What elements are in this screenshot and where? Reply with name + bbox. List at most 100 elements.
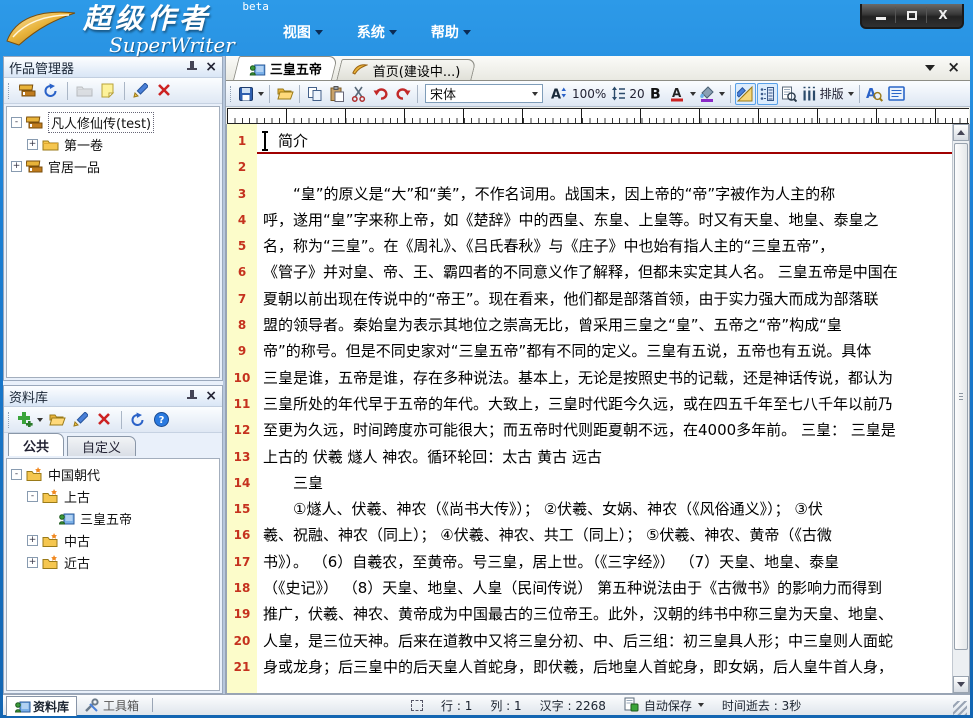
menu-帮助[interactable]: 帮助 [431,22,471,42]
editor-line[interactable]: 5名，称为“三皇”。在《周礼》、《吕氏春秋》与《庄子》中也始有指人主的“三皇五帝… [227,233,952,259]
line-spacing-button[interactable]: 20 [610,83,645,105]
close-button[interactable]: X [928,7,958,23]
editor-line[interactable]: 20人皇，是三位天神。后来在道教中又将三皇分初、中、后三组：初三皇具人形；中三皇… [227,628,952,654]
outline-panel-icon [759,86,775,102]
tab-list-chevron-icon[interactable] [925,65,935,71]
toolbar-grip[interactable] [8,412,11,428]
editor-line[interactable]: 6《管子》并对皇、帝、王、霸四者的不同意义作了解释，但都未实定其人名。 三皇五帝… [227,259,952,285]
delete-button[interactable] [154,80,176,102]
font-size-button[interactable]: A [547,83,568,105]
document-tab[interactable]: 三皇五帝 [233,56,338,80]
collapse-icon[interactable]: - [27,491,38,502]
editor-line[interactable]: 14 三皇 [227,470,952,496]
editor-line[interactable]: 8盟的领导者。秦始皇为表示其地位之崇高无比，曾采用三皇之“皇”、五帝之“帝”构成… [227,312,952,338]
editor-line[interactable]: 18（《史记》） （8）天皇、地皇、人皇（民间传说） 第五种说法由于《古微书》的… [227,575,952,601]
scrollbar-track[interactable] [953,141,969,676]
expand-icon[interactable]: + [27,557,38,568]
editor-line[interactable]: 13上古的 伏羲 燧人 神农。循环轮回：太古 黄古 远古 [227,444,952,470]
dock-tab-资料库[interactable]: 资料库 [6,696,77,716]
collapse-icon[interactable]: - [11,117,22,128]
editor-line[interactable]: 3 “皇”的原义是“大”和“美”，不作名词用。战国末，因上帝的“帝”字被作为人主… [227,181,952,207]
document-tab[interactable]: 首页(建设中...) [336,59,476,80]
editor-line[interactable]: 15 ①燧人、伏羲、神农（《尚书大传》）； ②伏羲、女娲、神农（《风俗通义》）；… [227,496,952,522]
bold-button[interactable]: B [647,83,668,105]
maximize-button[interactable] [897,7,927,23]
delete-button[interactable] [94,409,116,431]
help-button[interactable]: ? [151,409,173,431]
editor-line[interactable]: 21身或龙身；后三皇中的后天皇人首蛇身，即伏羲，后地皇人首蛇身，即女娲，后人皇牛… [227,654,952,680]
font-color-button[interactable]: A [669,83,697,105]
collapse-icon[interactable]: - [11,469,22,480]
copy-button[interactable] [304,83,325,105]
expand-icon[interactable]: + [27,139,38,150]
panel-close-icon[interactable]: × [205,60,217,74]
menu-系统[interactable]: 系统 [357,22,397,42]
editor-line[interactable]: 11三皇所处的年代早于五帝的年代。大致上，三皇时代距今久远，或在四五千年至七八千… [227,391,952,417]
editor-line[interactable]: 7夏朝以前出现在传说中的“帝王”。现在看来，他们都是部落首领，由于实力强大而成为… [227,286,952,312]
editor-line[interactable]: 12至更为久远，时间跨度亦可能很大；而五帝时代则距夏朝不远，在4000多年前。 … [227,417,952,443]
editor-line[interactable]: 1 简介 [227,128,952,154]
toolbar-grip[interactable] [8,83,11,99]
refresh-button[interactable] [127,409,149,431]
autosave-group[interactable]: 自动保存 [624,697,704,714]
editor-line[interactable]: 4呼，遂用“皇”字来称上帝，如《楚辞》中的西皇、东皇、上皇等。时又有天皇、地皇、… [227,207,952,233]
tree-item[interactable]: -凡人修仙传(test) [9,111,217,133]
editor-line[interactable]: 16羲、祝融、神农（同上）； ④伏羲、神农、共工（同上）； ⑤伏羲、神农、黄帝（… [227,522,952,548]
editor-line[interactable]: 9帝”的称号。但是不同史家对“三皇五帝”都有不同的定义。三皇有五说，五帝也有五说… [227,338,952,364]
close-document-icon[interactable]: × [947,60,960,75]
pin-icon[interactable] [185,389,199,403]
highlight-button[interactable] [698,83,726,105]
cut-button[interactable] [348,83,369,105]
expand-icon[interactable]: + [27,535,38,546]
pencil-button[interactable] [70,409,92,431]
editor-line[interactable]: 10三皇是谁，五帝是谁，存在多种说法。基本上，无论是按照史书的记载，还是神话传说… [227,365,952,391]
refresh-button[interactable] [40,80,62,102]
preview-button[interactable] [779,83,800,105]
toolbar-grip[interactable] [230,86,233,102]
tree-item[interactable]: -中国朝代 [9,463,217,485]
tree-item[interactable]: +近古 [9,551,217,573]
open-folder-button[interactable] [274,83,295,105]
resize-grip[interactable] [953,701,967,715]
tree-item[interactable]: + 第一卷 [9,133,217,155]
editor-line[interactable]: 17书》）。 （6）自羲农，至黄帝。号三皇，居上世。（《三字经》） （7）天皇、… [227,549,952,575]
minimize-button[interactable] [866,7,896,23]
menu-label: 帮助 [431,22,459,42]
pencil-button[interactable] [130,80,152,102]
outline-panel-button[interactable] [757,83,778,105]
dock-tab-工具箱[interactable]: 工具箱 [77,696,146,716]
save-button[interactable] [237,83,265,105]
undo-button[interactable] [370,83,391,105]
expand-icon[interactable]: + [11,161,22,172]
text-editor[interactable]: 1 简介23 “皇”的原义是“大”和“美”，不作名词用。战国末，因上帝的“帝”字… [227,124,952,693]
page-view-button[interactable] [886,83,907,105]
tree-item-label: 第一卷 [64,135,103,154]
pin-icon[interactable] [185,60,199,74]
library-tab-自定义[interactable]: 自定义 [67,436,136,456]
menu-视图[interactable]: 视图 [283,22,323,42]
scroll-up-button[interactable] [953,124,969,141]
books-button[interactable] [16,80,38,102]
tree-item[interactable]: +官居一品 [9,155,217,177]
library-tab-公共[interactable]: 公共 [8,433,64,456]
scroll-down-button[interactable] [953,676,969,693]
line-number: 19 [227,601,257,627]
editor-line[interactable]: 2 [227,154,952,180]
redo-button[interactable] [392,83,413,105]
find-text-button[interactable]: A [864,83,885,105]
open-folder-button[interactable] [46,409,68,431]
vertical-scrollbar[interactable] [952,124,969,693]
note-button[interactable] [97,80,119,102]
tree-item[interactable]: 三皇五帝 [9,507,217,529]
font-family-combo[interactable]: 宋体 [425,84,543,103]
paste-button[interactable] [326,83,347,105]
add-button[interactable] [16,409,44,431]
panel-close-icon[interactable]: × [205,389,217,403]
tree-item[interactable]: +中古 [9,529,217,551]
book-person-icon [249,62,265,76]
editor-line[interactable]: 19推广，伏羲、神农、黄帝成为中国最古的三位帝王。此外，汉朝的纬书中称三皇为天皇… [227,601,952,627]
edit-mode-button[interactable] [735,83,756,105]
tree-item[interactable]: -上古 [9,485,217,507]
typeset-button[interactable]: 排版 [801,83,855,105]
scrollbar-thumb[interactable] [954,143,968,650]
